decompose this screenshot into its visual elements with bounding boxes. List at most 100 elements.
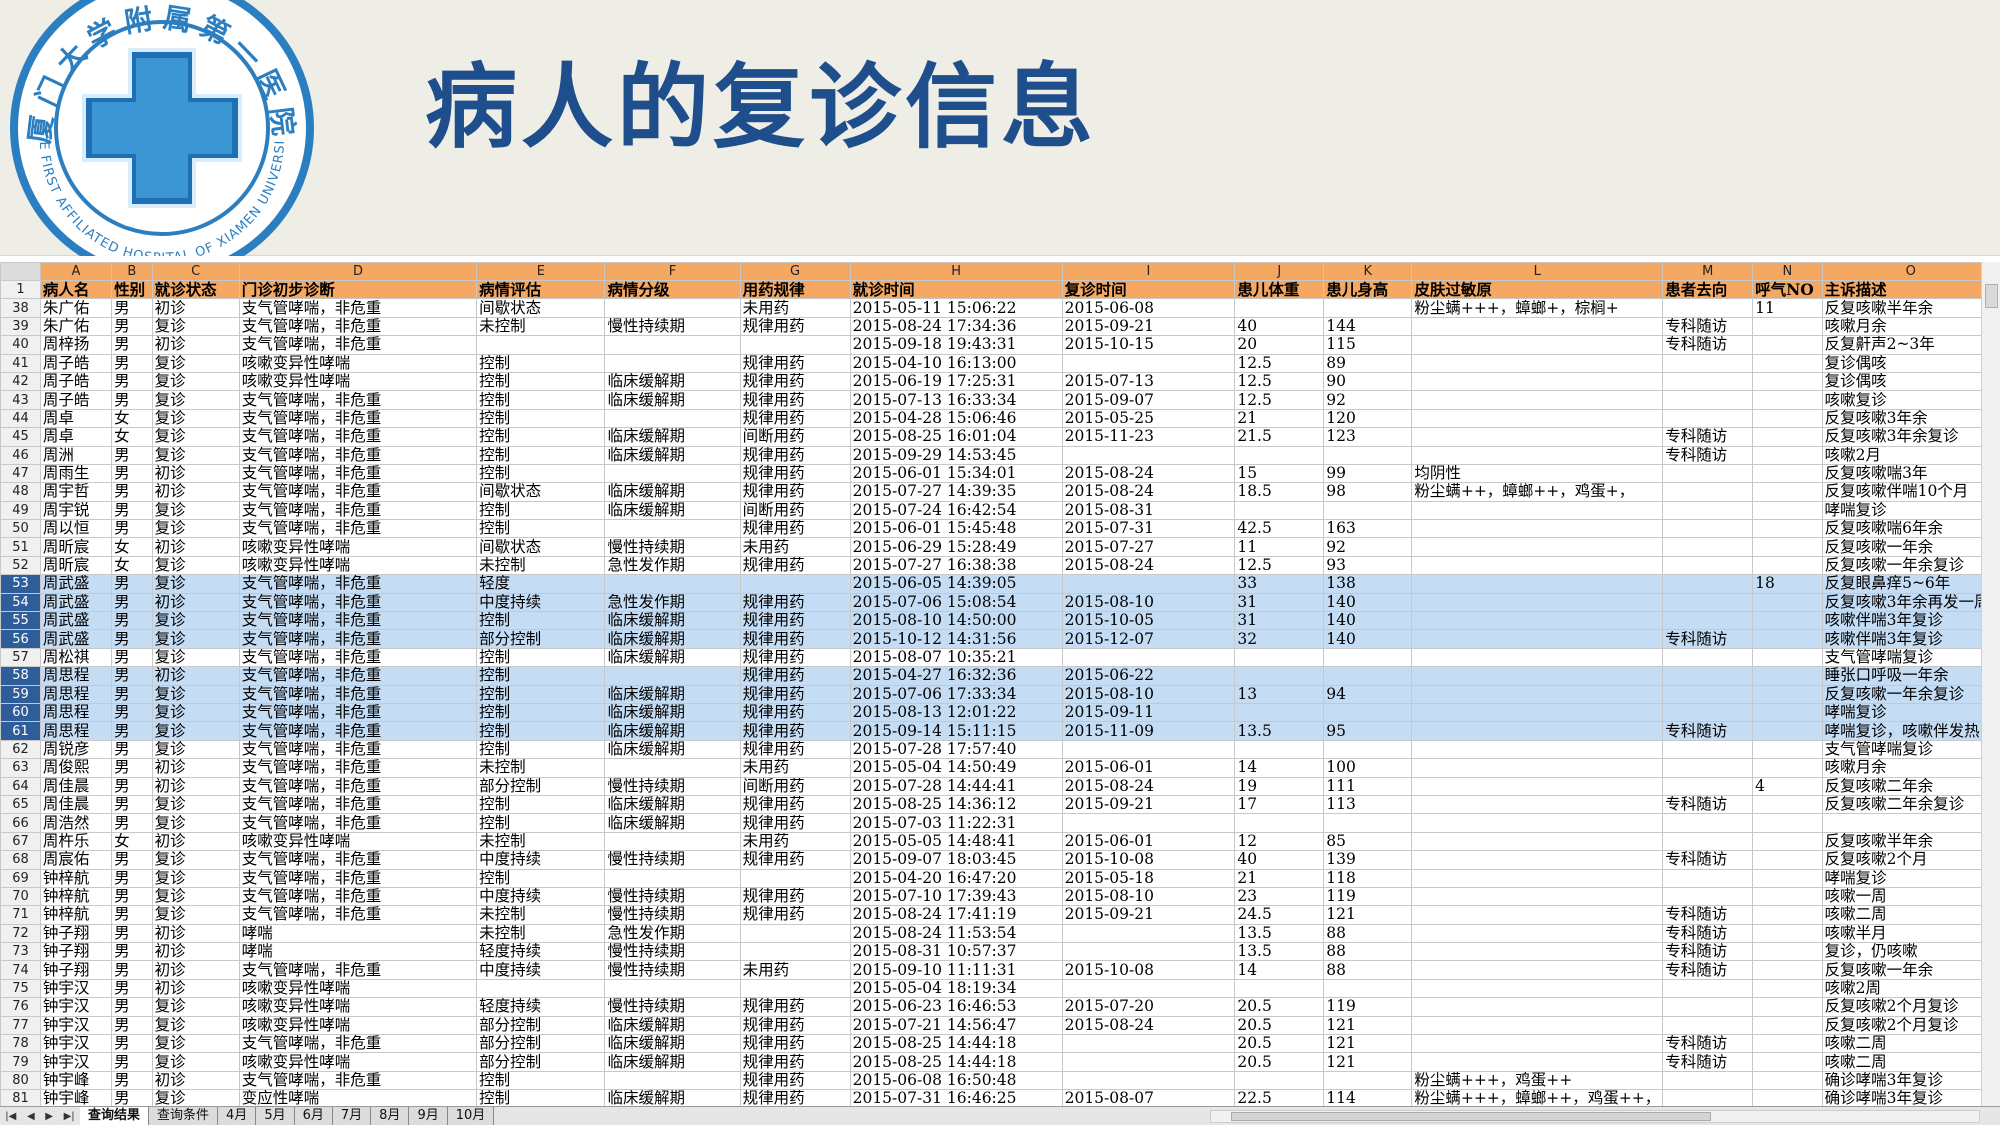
cell[interactable] [1662,997,1754,1017]
cell[interactable]: 临床缓解期 [604,813,741,833]
cell[interactable] [1323,978,1413,999]
cell[interactable]: 复诊 [151,371,240,392]
cell[interactable] [1323,445,1413,465]
cell[interactable] [1411,794,1664,815]
cell[interactable]: 女 [111,831,153,852]
cell[interactable] [1323,500,1413,521]
cell[interactable]: 周宇哲 [39,482,113,502]
cell[interactable]: 男 [111,298,153,318]
cell[interactable]: 规律用药 [739,408,851,429]
cell[interactable]: 钟梓航 [39,886,113,907]
cell[interactable]: 周洲 [39,445,113,465]
cell[interactable]: 13.5 [1234,942,1325,962]
column-letter[interactable]: J [1234,262,1325,281]
cell[interactable]: 男 [111,335,153,355]
cell[interactable]: 临床缓解期 [604,427,741,447]
cell[interactable]: 支气管哮喘复诊 [1821,739,2000,760]
cell[interactable]: 慢性持续期 [604,850,741,870]
cell[interactable]: 支气管哮喘，非危重 [238,684,478,704]
cell[interactable]: 临床缓解期 [604,647,741,668]
column-header[interactable]: 就诊状态 [151,279,240,300]
sheet-tab[interactable]: 9月 [409,1107,448,1125]
cell[interactable]: 规律用药 [739,1034,851,1054]
cell[interactable] [1662,500,1754,521]
row-number[interactable]: 45 [0,427,41,447]
cell[interactable]: 2015-11-23 [1061,427,1236,447]
cell[interactable]: 支气管哮喘，非危重 [238,519,478,539]
cell[interactable]: 未用药 [739,537,851,557]
cell[interactable]: 规律用药 [739,316,851,337]
cell[interactable]: 21.5 [1234,427,1325,447]
cell[interactable]: 32 [1234,629,1325,649]
cell[interactable] [1061,942,1236,962]
row-number[interactable]: 65 [0,794,41,815]
cell[interactable] [1662,647,1754,668]
cell[interactable]: 19 [1234,776,1325,796]
cell[interactable] [1752,997,1823,1017]
cell[interactable]: 男 [111,978,153,999]
cell[interactable] [1411,721,1664,741]
cell[interactable] [1234,813,1325,833]
cell[interactable] [1411,647,1664,668]
cell[interactable]: 支气管哮喘，非危重 [238,1034,478,1054]
cell[interactable]: 规律用药 [739,463,851,484]
cell[interactable] [1411,850,1664,870]
cell[interactable]: 2015-08-24 [1061,776,1236,796]
cell[interactable]: 临床缓解期 [604,1052,741,1072]
cell[interactable]: 咳嗽变异性哮喘 [238,1015,478,1036]
cell[interactable] [1662,390,1754,410]
cell[interactable]: 男 [111,942,153,962]
cell[interactable]: 144 [1323,316,1413,337]
cell[interactable]: 2015-07-28 17:57:40 [849,739,1063,760]
row-number[interactable]: 53 [0,574,41,594]
cell[interactable] [1752,500,1823,521]
cell[interactable]: 未控制 [476,758,606,778]
row-number[interactable]: 71 [0,905,41,925]
cell[interactable] [1752,445,1823,465]
cell[interactable] [1662,537,1754,557]
cell[interactable]: 未用药 [739,758,851,778]
cell[interactable] [1662,408,1754,429]
cell[interactable]: 2015-06-01 [1061,831,1236,852]
cell[interactable] [1061,739,1236,760]
cell[interactable]: 男 [111,463,153,484]
cell[interactable]: 14 [1234,758,1325,778]
row-number[interactable]: 77 [0,1015,41,1036]
cell[interactable]: 专科随访 [1662,335,1754,355]
cell[interactable]: 20 [1234,335,1325,355]
cell[interactable]: 118 [1323,868,1413,888]
cell[interactable]: 复诊 [151,868,240,888]
cell[interactable] [1323,298,1413,318]
cell[interactable]: 2015-07-27 14:39:35 [849,482,1063,502]
cell[interactable] [1752,978,1823,999]
cell[interactable]: 121 [1323,905,1413,925]
cell[interactable]: 部分控制 [476,629,606,649]
cell[interactable] [1234,739,1325,760]
cell[interactable]: 临床缓解期 [604,702,741,723]
cell[interactable]: 2015-05-04 14:50:49 [849,758,1063,778]
cell[interactable]: 2015-08-10 [1061,684,1236,704]
cell[interactable] [1234,702,1325,723]
cell[interactable]: 2015-07-21 14:56:47 [849,1015,1063,1036]
row-number[interactable]: 58 [0,666,41,686]
cell[interactable]: 复诊 [151,519,240,539]
cell[interactable]: 31 [1234,592,1325,613]
cell[interactable]: 规律用药 [739,794,851,815]
cell[interactable]: 163 [1323,519,1413,539]
cell[interactable]: 未用药 [739,831,851,852]
cell[interactable]: 睡张口呼吸一年余 [1821,666,2000,686]
column-header[interactable]: 性别 [111,279,153,300]
cell[interactable]: 23 [1234,886,1325,907]
cell[interactable]: 男 [111,482,153,502]
cell[interactable]: 支气管哮喘，非危重 [238,611,478,631]
sheet-tab[interactable]: 8月 [371,1107,410,1125]
cell[interactable]: 间歇状态 [476,482,606,502]
cell[interactable]: 支气管哮喘，非危重 [238,794,478,815]
cell[interactable] [1411,942,1664,962]
column-letter[interactable]: B [111,262,153,281]
cell[interactable]: 支气管哮喘，非危重 [238,1070,478,1091]
cell[interactable] [604,298,741,318]
cell[interactable]: 2015-11-09 [1061,721,1236,741]
cell[interactable]: 初诊 [151,758,240,778]
cell[interactable]: 临床缓解期 [604,739,741,760]
